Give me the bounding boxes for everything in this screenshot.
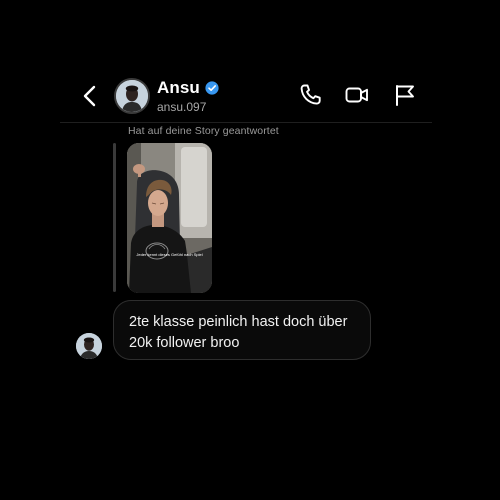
story-reply-note: Hat auf deine Story geantwortet xyxy=(128,125,279,137)
message-bubble[interactable]: 2te klasse peinlich hast doch über 20k f… xyxy=(113,300,371,360)
story-caption: Jeder kennt dieses Gefühl nach Spiel xyxy=(136,252,203,257)
story-reply-bar xyxy=(113,143,116,292)
verified-badge-icon xyxy=(205,81,219,95)
flag-icon[interactable] xyxy=(392,82,418,108)
story-thumbnail[interactable]: Jeder kennt dieses Gefühl nach Spiel xyxy=(127,143,212,293)
header-divider xyxy=(60,122,432,123)
contact-handle: ansu.097 xyxy=(157,100,207,114)
message-line-2: 20k follower broo xyxy=(129,335,240,351)
dm-thread-screen: Ansu ansu.097 Hat auf deine Story geantw… xyxy=(0,0,500,500)
chat-header: Ansu ansu.097 xyxy=(0,70,500,122)
video-camera-icon[interactable] xyxy=(344,82,370,108)
chevron-left-icon[interactable] xyxy=(76,82,104,110)
message-line-1: 2te klasse peinlich hast doch über xyxy=(129,314,348,330)
sender-avatar[interactable] xyxy=(76,333,102,359)
profile-avatar[interactable] xyxy=(114,78,150,114)
contact-name: Ansu xyxy=(157,78,200,97)
contact-name-row[interactable]: Ansu xyxy=(157,78,219,98)
phone-icon[interactable] xyxy=(298,82,324,108)
